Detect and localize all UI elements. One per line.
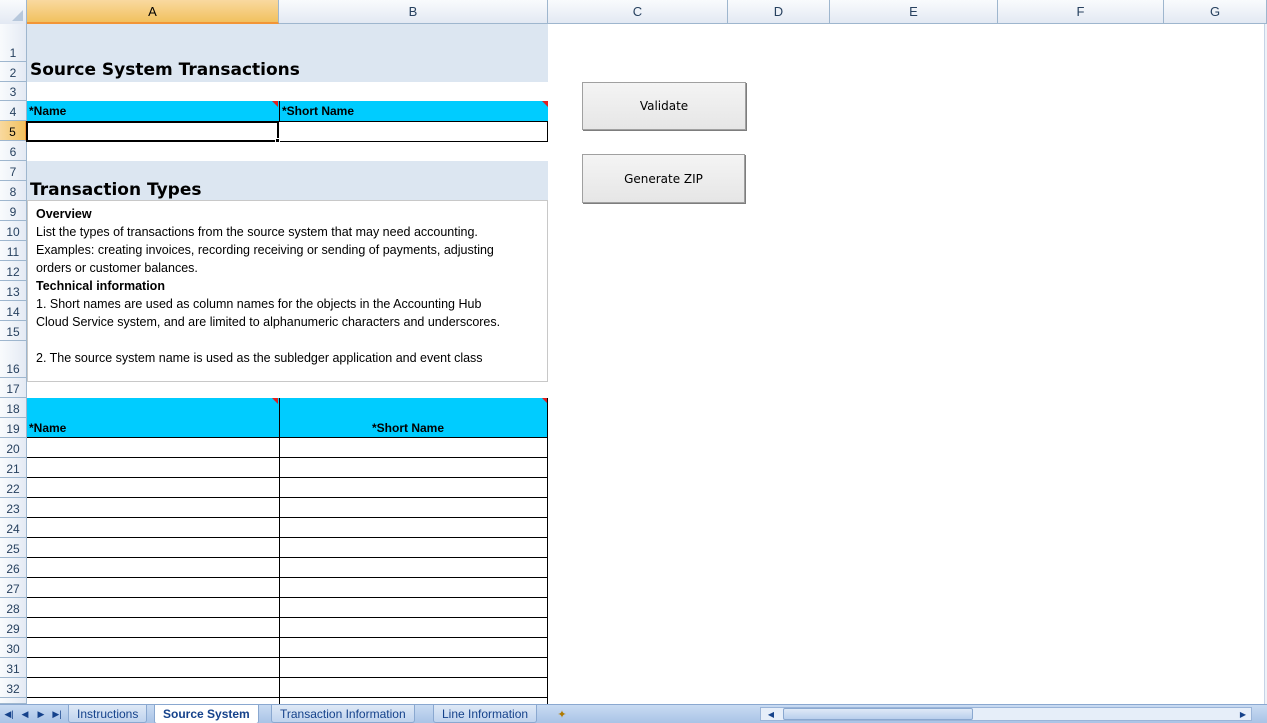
column-header-g[interactable]: G xyxy=(1164,0,1267,24)
row-header-11[interactable]: 11 xyxy=(0,241,27,261)
grid-row-line xyxy=(27,637,548,638)
overview-line: Examples: creating invoices, recording r… xyxy=(36,243,494,257)
column-header-e[interactable]: E xyxy=(830,0,998,24)
column-header-bar: A B C D E F G xyxy=(0,0,1267,24)
source-short-name-input[interactable] xyxy=(279,121,548,142)
transaction-name-header[interactable]: *Name xyxy=(29,421,66,435)
row-header-29[interactable]: 29 xyxy=(0,618,27,638)
first-sheet-icon[interactable]: ◀| xyxy=(2,706,16,722)
row-header-12[interactable]: 12 xyxy=(0,261,27,281)
transaction-table-header xyxy=(27,398,548,438)
scroll-thumb[interactable] xyxy=(783,708,973,720)
row-header-19[interactable]: 19 xyxy=(0,418,27,438)
row-header-1[interactable]: 1 xyxy=(0,24,27,62)
insert-sheet-icon[interactable]: ✦ xyxy=(551,706,573,722)
row-header-7[interactable]: 7 xyxy=(0,161,27,181)
grid-row-line xyxy=(27,497,548,498)
row-header-9[interactable]: 9 xyxy=(0,201,27,221)
row-header-28[interactable]: 28 xyxy=(0,598,27,618)
column-header-d[interactable]: D xyxy=(728,0,830,24)
transaction-short-name-header[interactable]: *Short Name xyxy=(372,421,444,435)
scroll-right-icon[interactable]: ▶ xyxy=(1237,708,1249,720)
technical-line: 2. The source system name is used as the… xyxy=(36,351,483,365)
row-header-26[interactable]: 26 xyxy=(0,558,27,578)
tab-transaction-information[interactable]: Transaction Information xyxy=(271,705,415,723)
scroll-left-icon[interactable]: ◀ xyxy=(765,708,777,720)
grid-row-line xyxy=(27,657,548,658)
row-header-25[interactable]: 25 xyxy=(0,538,27,558)
row-header-2[interactable]: 2 xyxy=(0,62,27,82)
row-header-5[interactable]: 5 xyxy=(0,121,27,141)
row-header-4[interactable]: 4 xyxy=(0,101,27,121)
row-header-22[interactable]: 22 xyxy=(0,478,27,498)
grid-row-line xyxy=(27,697,548,698)
instructions-textbox: Overview List the types of transactions … xyxy=(27,200,548,382)
comment-marker-icon[interactable] xyxy=(272,101,278,107)
grid-row-line xyxy=(27,677,548,678)
grid-row-line xyxy=(27,457,548,458)
grid-row-line xyxy=(27,597,548,598)
source-name-input[interactable] xyxy=(26,121,279,142)
row-header-16[interactable]: 16 xyxy=(0,341,27,378)
row-header-13[interactable]: 13 xyxy=(0,281,27,301)
grid-row-line xyxy=(27,617,548,618)
column-header-a[interactable]: A xyxy=(27,0,279,24)
technical-heading: Technical information xyxy=(36,279,165,293)
tab-instructions[interactable]: Instructions xyxy=(68,705,148,723)
last-sheet-icon[interactable]: ▶| xyxy=(50,706,64,722)
grid-row-line xyxy=(27,477,548,478)
horizontal-scrollbar[interactable]: ◀ ▶ xyxy=(760,707,1252,721)
generate-zip-button[interactable]: Generate ZIP xyxy=(582,154,745,203)
row-header-27[interactable]: 27 xyxy=(0,578,27,598)
source-name-header[interactable]: *Name xyxy=(29,104,66,118)
column-header-f[interactable]: F xyxy=(998,0,1164,24)
grid-right-border xyxy=(547,398,548,704)
validate-button[interactable]: Validate xyxy=(582,82,746,130)
grid-row-line xyxy=(27,577,548,578)
row-header-32[interactable]: 32 xyxy=(0,678,27,698)
row-header-30[interactable]: 30 xyxy=(0,638,27,658)
row-header-18[interactable]: 18 xyxy=(0,398,27,418)
column-header-c[interactable]: C xyxy=(548,0,728,24)
overview-line: orders or customer balances. xyxy=(36,261,198,275)
grid-column-divider xyxy=(279,398,280,704)
row-header-24[interactable]: 24 xyxy=(0,518,27,538)
row-header-23[interactable]: 23 xyxy=(0,498,27,518)
tab-source-system[interactable]: Source System xyxy=(154,705,259,723)
row-header-8[interactable]: 8 xyxy=(0,181,27,201)
row-header-31[interactable]: 31 xyxy=(0,658,27,678)
row-header-17[interactable]: 17 xyxy=(0,378,27,398)
source-section-title: Source System Transactions xyxy=(30,60,300,80)
row-header-20[interactable]: 20 xyxy=(0,438,27,458)
comment-marker-icon[interactable] xyxy=(272,398,278,404)
grid-row-line xyxy=(27,557,548,558)
row-header-3[interactable]: 3 xyxy=(0,82,27,101)
row-header-21[interactable]: 21 xyxy=(0,458,27,478)
fill-handle[interactable] xyxy=(275,138,280,143)
row-header-10[interactable]: 10 xyxy=(0,221,27,241)
overview-line: List the types of transactions from the … xyxy=(36,225,478,239)
source-short-name-header[interactable]: *Short Name xyxy=(282,104,354,118)
prev-sheet-icon[interactable]: ◀ xyxy=(18,706,32,722)
comment-marker-icon[interactable] xyxy=(542,101,548,107)
row-header-15[interactable]: 15 xyxy=(0,321,27,341)
grid-row-line xyxy=(27,537,548,538)
select-all-button[interactable] xyxy=(0,0,27,24)
transaction-section-title: Transaction Types xyxy=(30,180,202,200)
overview-heading: Overview xyxy=(36,207,92,221)
row-header-6[interactable]: 6 xyxy=(0,141,27,161)
next-sheet-icon[interactable]: ▶ xyxy=(34,706,48,722)
grid-row-line xyxy=(27,437,548,438)
column-header-b[interactable]: B xyxy=(279,0,548,24)
technical-line: 1. Short names are used as column names … xyxy=(36,297,482,311)
grid-row-line xyxy=(27,517,548,518)
technical-line: Cloud Service system, and are limited to… xyxy=(36,315,501,329)
row-header-14[interactable]: 14 xyxy=(0,301,27,321)
tab-line-information[interactable]: Line Information xyxy=(433,705,538,723)
sheet-tab-bar: ◀| ◀ ▶ ▶| Instructions Source System Tra… xyxy=(0,704,1267,723)
